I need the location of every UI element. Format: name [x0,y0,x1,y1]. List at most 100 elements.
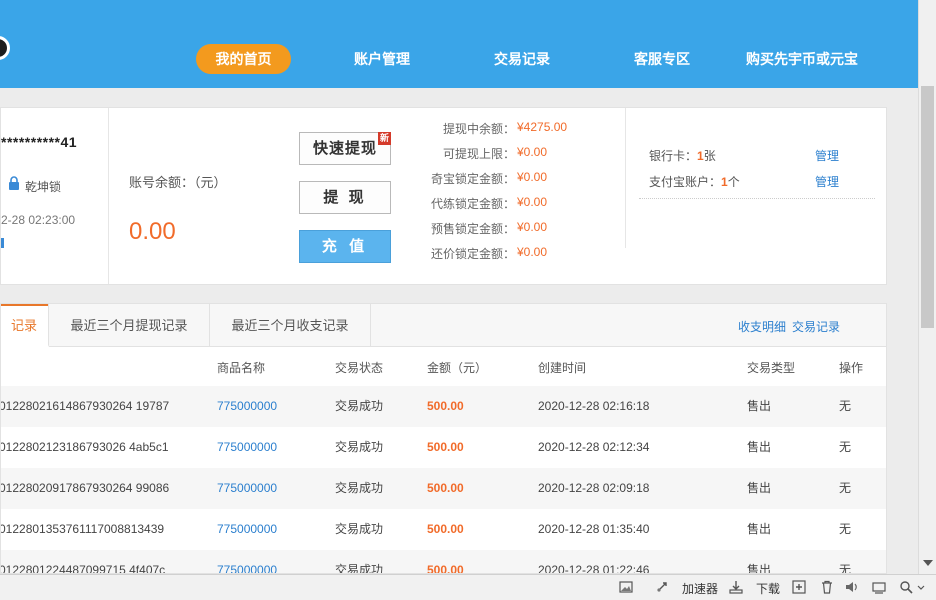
scrollbar-thumb[interactable] [921,86,934,328]
trash-icon[interactable] [820,580,834,594]
top-nav-bar: 我的首页 账户管理 交易记录 客服专区 购买先宇币或元宝 [0,0,918,88]
table-row: 0122801224487099715 4f407c 775000000 交易成功 5… [0,550,886,574]
order-id-cell: 01228021614867930264 19787 [0,399,170,413]
account-summary-panel: **********41 乾坤锁 2-28 02:23:00 账号余额：（元） … [0,107,887,285]
nav-trade-records[interactable]: 交易记录 [494,44,550,74]
product-name-link[interactable]: 775000000 [217,468,277,509]
stat-label: 预售锁定金额： [430,222,515,236]
lock-icon [9,176,19,190]
stat-value: ¥0.00 [517,170,548,184]
operation-cell: 无 [839,522,852,536]
amount-cell: 500.00 [427,481,464,495]
bank-card-label: 银行卡： [649,149,698,163]
trade-status-cell: 交易成功 [335,522,384,536]
recharge-button[interactable]: 充 值 [299,230,391,263]
created-time-cell: 2020-12-28 01:22:46 [538,563,650,574]
trade-records-link[interactable]: 交易记录 [792,318,840,335]
stat-label: 提现中余额： [442,122,515,136]
nav-account-management[interactable]: 账户管理 [354,44,410,74]
column-header-amount: 金额（元） [427,361,488,375]
tab-trade-records[interactable]: 记录 [1,304,49,347]
nav-home[interactable]: 我的首页 [196,44,291,74]
product-name-link[interactable]: 775000000 [217,550,277,573]
dotted-divider [639,198,875,199]
download-label[interactable]: 下载 [756,580,780,597]
table-row: 0122801353761117008813439 775000000 交易成功 50… [1,509,886,550]
stat-value: ¥4275.00 [517,120,568,134]
column-header-trade-type: 交易类型 [747,361,796,375]
login-record-link[interactable] [1,238,4,248]
stat-label: 还价锁定金额： [430,247,515,261]
bank-card-count: 1 [697,149,704,163]
column-header-operation: 操作 [839,361,864,375]
accelerator-label[interactable]: 加速器 [682,580,718,597]
bank-card-manage-link[interactable]: 管理 [815,147,839,164]
stat-label: 奇宝锁定金额： [430,172,515,186]
tab-income-expense-3m[interactable]: 最近三个月收支记录 [210,304,371,346]
alipay-count: 1 [721,175,728,189]
created-time-cell: 2020-12-28 02:16:18 [538,399,650,413]
table-row: 01228021614867930264 19787 775000000 交易成功 5… [1,386,886,427]
product-name-link[interactable]: 775000000 [217,427,277,468]
trade-type-cell: 售出 [747,481,772,495]
created-time-cell: 2020-12-28 01:35:40 [538,522,650,536]
account-number: **********41 [1,134,78,150]
order-id-cell: 01228020917867930264 99086 [0,481,170,495]
records-panel: 记录 最近三个月提现记录 最近三个月收支记录 收支明细 交易记录 商品名称 交易… [0,303,887,574]
order-id-cell: 0122801224487099715 4f407c [0,563,166,574]
zoom-dropdown-chevron-icon[interactable] [916,580,926,594]
divider [108,108,109,284]
trade-status-cell: 交易成功 [335,563,384,574]
new-tab-icon[interactable] [792,580,806,594]
created-time-cell: 2020-12-28 02:12:34 [538,440,650,454]
trade-status-cell: 交易成功 [335,399,384,413]
nav-buy-currency[interactable]: 购买先宇币或元宝 [746,44,858,74]
page-scrollbar[interactable] [918,0,936,574]
image-icon[interactable] [619,580,633,594]
balance-label: 账号余额：（元） [129,175,227,190]
amount-cell: 500.00 [427,440,464,454]
site-logo[interactable] [0,36,10,60]
trade-status-cell: 交易成功 [335,481,384,495]
alipay-unit: 个 [727,175,740,189]
bank-card-unit: 张 [703,149,716,163]
scroll-down-arrow-icon[interactable] [923,560,933,566]
trade-type-cell: 售出 [747,440,772,454]
withdraw-button[interactable]: 提 现 [299,181,391,214]
table-row: 01228020917867930264 99086 775000000 交易成功 5… [1,468,886,509]
created-time-cell: 2020-12-28 02:09:18 [538,481,650,495]
product-name-link[interactable]: 775000000 [217,509,277,550]
order-id-cell: 0122802123186793026 4ab5c1 [0,440,169,454]
quick-withdraw-label: 快速提现 [312,140,377,157]
nav-customer-service[interactable]: 客服专区 [634,44,690,74]
amount-cell: 500.00 [427,522,464,536]
divider [625,108,626,248]
stat-value: ¥0.00 [517,245,548,259]
last-login-time: 2-28 02:23:00 [1,213,76,227]
qiankun-lock-label[interactable]: 乾坤锁 [25,178,61,195]
product-name-link[interactable]: 775000000 [217,386,277,427]
download-icon[interactable] [729,580,743,594]
stat-value: ¥0.00 [517,195,548,209]
tab-withdraw-records-3m[interactable]: 最近三个月提现记录 [49,304,210,346]
zoom-icon[interactable] [899,580,913,594]
income-expense-detail-link[interactable]: 收支明细 [738,318,786,335]
alipay-label: 支付宝账户： [649,175,722,189]
operation-cell: 无 [839,399,852,413]
trade-type-cell: 售出 [747,522,772,536]
operation-cell: 无 [839,563,852,574]
records-tabs: 记录 最近三个月提现记录 最近三个月收支记录 收支明细 交易记录 [1,304,886,347]
window-icon[interactable] [872,580,886,594]
column-header-created-time: 创建时间 [538,361,587,375]
trade-status-cell: 交易成功 [335,440,384,454]
alipay-info: 支付宝账户：1个 [649,173,740,190]
column-header-status: 交易状态 [335,361,384,375]
speaker-icon[interactable] [845,580,859,594]
stat-value: ¥0.00 [517,145,548,159]
quick-withdraw-button[interactable]: 快速提现 新 [299,132,391,165]
table-row: 0122802123186793026 4ab5c1 775000000 交易成功 5… [1,427,886,468]
alipay-manage-link[interactable]: 管理 [815,173,839,190]
browser-status-bar: 加速器 下载 [0,574,936,600]
operation-cell: 无 [839,481,852,495]
rocket-icon[interactable] [655,580,669,594]
